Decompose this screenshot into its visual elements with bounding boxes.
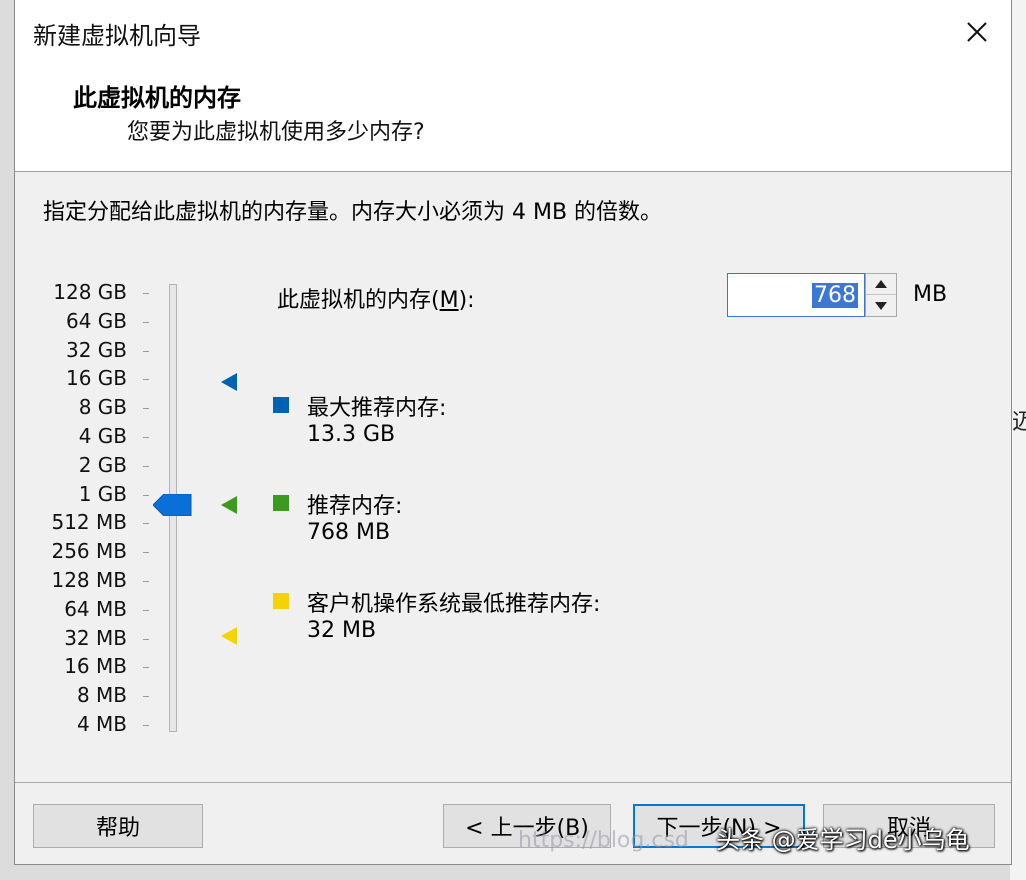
- min-recommended-value: 32 MB: [307, 618, 377, 643]
- min-recommended-swatch: [273, 593, 289, 609]
- max-recommended-swatch: [273, 397, 289, 413]
- scale-label: 16 GB: [65, 366, 127, 391]
- watermark-text: 头条 @爱学习de小乌龟: [716, 826, 970, 854]
- header-panel: 此虚拟机的内存 您要为此虚拟机使用多少内存?: [15, 62, 1011, 172]
- scale-label: 512 MB: [51, 510, 127, 535]
- max-recommended-marker-icon: [221, 373, 237, 395]
- close-icon: [967, 22, 987, 42]
- memory-increase-button[interactable]: [866, 274, 896, 295]
- scale-tick: [143, 667, 149, 669]
- scale-label: 1 GB: [78, 481, 127, 506]
- memory-slider-thumb[interactable]: [152, 493, 193, 517]
- footer-divider: [15, 782, 1011, 783]
- recommended-swatch: [273, 495, 289, 511]
- scale-tick: [143, 350, 149, 352]
- scale-tick: [143, 437, 149, 438]
- spin-down-icon: [875, 301, 887, 310]
- recommended-value: 768 MB: [307, 520, 391, 545]
- scale-tick: [143, 523, 149, 525]
- max-recommended-label: 最大推荐内存:: [307, 396, 447, 421]
- min-recommended-marker-icon: [221, 627, 237, 649]
- spin-up-icon: [875, 280, 887, 288]
- scale-label: 32 GB: [65, 337, 127, 362]
- scale-label: 128 MB: [51, 568, 127, 592]
- scale-label: 4 MB: [76, 712, 127, 736]
- scale-label: 64 GB: [65, 308, 127, 333]
- page-subtitle: 您要为此虚拟机使用多少内存?: [127, 120, 425, 145]
- scale-label: 8 GB: [78, 395, 127, 420]
- scale-label: 32 MB: [64, 625, 127, 650]
- scale-label: 256 MB: [51, 539, 127, 564]
- scale-label: 4 GB: [78, 424, 127, 448]
- scale-tick: [143, 465, 149, 467]
- memory-field-label: 此虚拟机的内存(M):: [277, 288, 475, 313]
- background-window-glyph: 迈: [1012, 410, 1026, 435]
- close-button[interactable]: [957, 12, 997, 52]
- title-bar: 新建虚拟机向导: [15, 0, 1011, 62]
- memory-input[interactable]: 768: [727, 273, 865, 317]
- watermark-url: https://blog.csd: [518, 828, 689, 853]
- memory-unit-label: MB: [913, 282, 948, 307]
- scale-tick: [143, 552, 149, 554]
- scale-tick: [143, 408, 149, 410]
- recommended-label: 推荐内存:: [307, 494, 403, 519]
- scale-tick: [143, 725, 149, 726]
- scale-label: 128 GB: [53, 280, 127, 304]
- min-recommended-label: 客户机操作系统最低推荐内存:: [307, 592, 601, 617]
- max-recommended-value: 13.3 GB: [307, 422, 396, 447]
- window-title: 新建虚拟机向导: [33, 22, 201, 50]
- memory-decrease-button[interactable]: [866, 295, 896, 316]
- scale-tick: [143, 494, 149, 496]
- scale-label: 8 MB: [76, 683, 127, 708]
- scale-tick: [143, 379, 149, 381]
- scale-tick: [143, 696, 149, 698]
- help-button[interactable]: 帮助: [33, 804, 203, 848]
- slider-thumb-icon: [152, 493, 192, 517]
- scale-label: 64 MB: [64, 596, 127, 621]
- scale-tick: [143, 581, 149, 582]
- recommended-marker-icon: [221, 496, 237, 518]
- memory-input-value: 768: [812, 282, 858, 308]
- scale-tick: [143, 293, 149, 294]
- instruction-text: 指定分配给此虚拟机的内存量。内存大小必须为 4 MB 的倍数。: [43, 200, 663, 225]
- scale-label: 2 GB: [78, 452, 127, 477]
- scale-tick: [143, 638, 149, 640]
- scale-tick: [143, 609, 149, 611]
- scale-label: 16 MB: [64, 654, 127, 679]
- new-vm-wizard-dialog: 新建虚拟机向导 此虚拟机的内存 您要为此虚拟机使用多少内存? 指定分配给此虚拟机…: [14, 0, 1012, 865]
- memory-spinner: [865, 273, 897, 317]
- background-window-edge: [1010, 0, 1026, 880]
- scale-tick: [143, 321, 149, 323]
- page-title: 此虚拟机的内存: [73, 84, 241, 112]
